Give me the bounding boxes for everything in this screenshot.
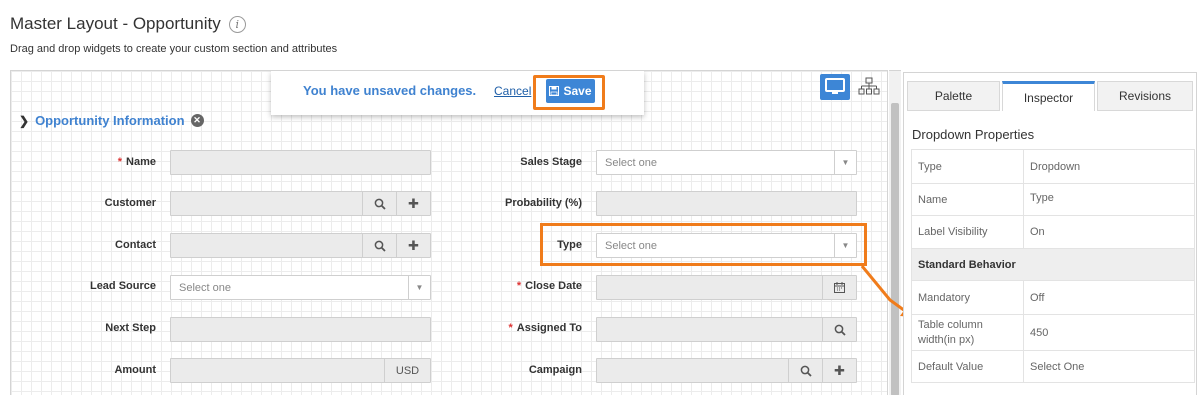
plus-icon[interactable]: ✚ [396,234,430,257]
floppy-disk-icon [549,86,560,96]
field-label-next-step: Next Step [105,322,156,334]
field-label-contact: Contact [115,239,156,251]
desktop-view-button[interactable] [820,74,850,100]
view-toggle [820,74,884,100]
tab-palette[interactable]: Palette [907,81,1000,111]
search-icon[interactable] [788,359,822,382]
lead-source-select[interactable]: Select one ▼ [170,275,431,300]
prop-group-label: Standard Behavior [911,248,1195,281]
section-header[interactable]: ❯ Opportunity Information ✕ [19,113,204,128]
field-label-assigned-to: * Assigned To [508,322,582,334]
prop-key: Table column width(in px) [911,314,1024,351]
prop-key: Label Visibility [911,215,1024,249]
contact-field[interactable]: ✚ [170,233,431,258]
unsaved-changes-bar: You have unsaved changes. Cancel Save [271,71,644,115]
field-label-name: * Name [117,156,156,168]
plus-icon[interactable]: ✚ [396,192,430,215]
prop-group-row: Standard Behavior [911,248,1195,281]
prop-key: Type [911,149,1024,184]
field-label-lead-source: Lead Source [89,280,156,292]
field-label-amount: Amount [114,364,156,376]
page-title: Master Layout - Opportunity i [10,14,246,34]
field-label-campaign: Campaign [528,364,582,376]
prop-row: Label Visibility On [911,215,1195,249]
tab-revisions[interactable]: Revisions [1097,81,1193,111]
unsaved-message: You have unsaved changes. [303,83,477,98]
caret-down-icon[interactable]: ▼ [408,276,430,299]
caret-down-icon[interactable]: ▼ [834,151,856,174]
section-title: Opportunity Information [35,113,185,128]
prop-row: Default Value Select One [911,350,1195,383]
field-label-sales-stage: Sales Stage [520,156,582,168]
field-label-type: Type [557,239,582,251]
prop-key: Default Value [911,350,1024,383]
page-subtitle: Drag and drop widgets to create your cus… [10,43,338,55]
field-label-close-date: * Close Date [516,280,582,292]
page-title-text: Master Layout - Opportunity [10,14,221,33]
save-button[interactable]: Save [546,79,595,103]
campaign-field[interactable]: ✚ [596,358,857,383]
next-step-field[interactable] [170,317,431,342]
prop-row: Table column width(in px) 450 [911,314,1195,351]
search-icon[interactable] [362,234,396,257]
panel-tabs: Palette Inspector Revisions [907,81,1195,111]
field-label-customer: Customer [104,197,156,209]
hierarchy-icon [858,77,880,95]
prop-value[interactable]: Dropdown [1023,149,1195,184]
calendar-icon[interactable] [822,276,856,299]
sales-stage-select[interactable]: Select one ▼ [596,150,857,175]
scrollbar-thumb[interactable] [891,103,899,395]
currency-suffix: USD [384,359,430,382]
canvas-scrollbar[interactable] [889,70,901,395]
info-icon[interactable]: i [228,15,246,33]
search-icon[interactable] [362,192,396,215]
close-date-field[interactable] [596,275,857,300]
prop-value[interactable]: 450 [1023,314,1195,351]
close-circle-icon[interactable]: ✕ [190,114,204,127]
inspector-panel: Palette Inspector Revisions Dropdown Pro… [903,72,1197,395]
prop-value[interactable]: On [1023,215,1195,249]
prop-row: Name Type [911,183,1195,216]
search-icon[interactable] [822,318,856,341]
prop-row: Mandatory Off [911,280,1195,315]
field-label-probability: Probability (%) [504,197,582,209]
panel-title: Dropdown Properties [912,127,1035,142]
prop-row: Type Dropdown [911,149,1195,184]
monitor-icon [825,78,845,94]
plus-icon[interactable]: ✚ [822,359,856,382]
chevron-down-icon[interactable]: ❯ [19,114,29,128]
assigned-to-field[interactable] [596,317,857,342]
prop-key: Mandatory [911,280,1024,315]
properties-table: Type Dropdown Name Type Label Visibility… [911,149,1195,383]
caret-down-icon[interactable]: ▼ [834,234,856,257]
tab-inspector[interactable]: Inspector [1002,81,1095,111]
probability-field[interactable] [596,191,857,216]
prop-value[interactable]: Type [1023,183,1195,216]
customer-field[interactable]: ✚ [170,191,431,216]
amount-field[interactable]: USD [170,358,431,383]
tree-view-button[interactable] [854,74,884,100]
layout-canvas: You have unsaved changes. Cancel Save ❯ … [10,70,888,395]
prop-value[interactable]: Off [1023,280,1195,315]
cancel-link[interactable]: Cancel [494,84,531,98]
prop-key: Name [911,183,1024,216]
type-select[interactable]: Select one ▼ [596,233,857,258]
name-field[interactable] [170,150,431,175]
prop-value[interactable]: Select One [1023,350,1195,383]
save-button-label: Save [563,84,592,98]
